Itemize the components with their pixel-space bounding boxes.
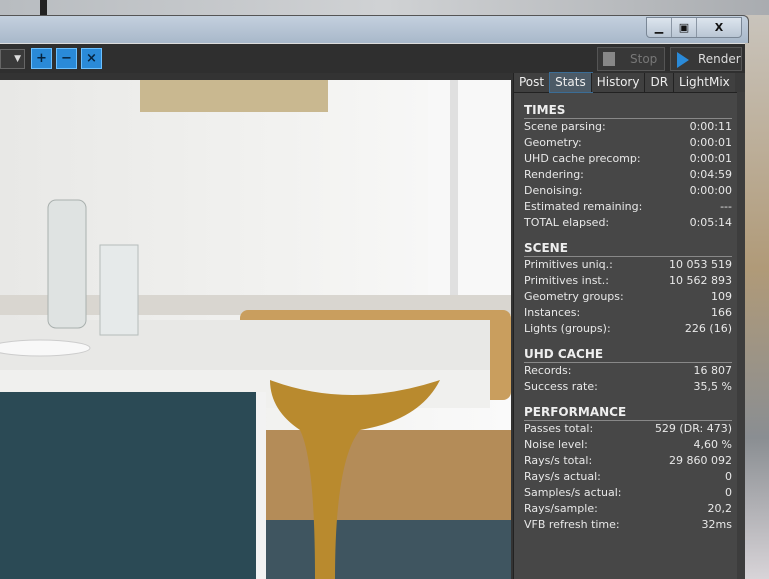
stop-button[interactable]: Stop: [597, 47, 665, 71]
stat-label: Estimated remaining:: [524, 200, 643, 213]
stat-value: 109: [711, 290, 732, 303]
stat-value: 226 (16): [684, 322, 732, 335]
render-button[interactable]: Render: [670, 47, 742, 71]
stat-value: 0:00:00: [689, 184, 732, 197]
stat-row: Instances: 166: [524, 305, 732, 321]
panel-tabs: Post Stats History DR LightMix: [514, 72, 745, 93]
stat-label: Lights (groups):: [524, 322, 611, 335]
stat-row: Rendering: 0:04:59: [524, 167, 732, 183]
stat-label: VFB refresh time:: [524, 518, 620, 531]
stat-label: Scene parsing:: [524, 120, 606, 133]
maximize-button[interactable]: ▣: [672, 18, 697, 37]
stat-label: Success rate:: [524, 380, 598, 393]
stat-value: 0:04:59: [689, 168, 732, 181]
stat-row: Lights (groups): 226 (16): [524, 321, 732, 337]
stat-row: Rays/s actual: 0: [524, 469, 732, 485]
render-viewport[interactable]: [0, 80, 511, 579]
stat-label: Denoising:: [524, 184, 583, 197]
stat-value: 0:05:14: [689, 216, 732, 229]
stat-value: 35,5 %: [693, 380, 732, 393]
section-header: SCENE: [524, 240, 732, 257]
background-object: [40, 0, 47, 15]
stat-row: Geometry groups: 109: [524, 289, 732, 305]
rendered-image: [0, 80, 511, 579]
stat-label: Rays/s actual:: [524, 470, 601, 483]
stat-label: Primitives inst.:: [524, 274, 609, 287]
stat-value: 10 562 893: [669, 274, 732, 287]
stat-row: Passes total: 529 (DR: 473): [524, 421, 732, 437]
stat-value: 529 (DR: 473): [654, 422, 732, 435]
close-button[interactable]: X: [697, 18, 741, 37]
stat-value: 0:00:11: [689, 120, 732, 133]
tab-dr[interactable]: DR: [645, 73, 675, 92]
panel-scrollbar[interactable]: [737, 92, 745, 579]
stat-label: Rays/s total:: [524, 454, 593, 467]
stat-value: 0: [725, 486, 732, 499]
stop-icon: [603, 52, 615, 66]
stat-value: ---: [720, 200, 732, 213]
stat-label: Noise level:: [524, 438, 588, 451]
zoom-reset-icon[interactable]: ×: [81, 48, 102, 69]
stat-row: Estimated remaining: ---: [524, 199, 732, 215]
stats-panel: Post Stats History DR LightMix TIMES Scen…: [513, 72, 745, 579]
section-header: UHD CACHE: [524, 346, 732, 363]
tab-post[interactable]: Post: [514, 73, 551, 92]
stat-label: Instances:: [524, 306, 581, 319]
stat-label: Rays/sample:: [524, 502, 598, 515]
zoom-out-icon[interactable]: −: [56, 48, 77, 69]
desktop-background: [0, 0, 769, 15]
stat-label: Primitives uniq.:: [524, 258, 613, 271]
stat-label: TOTAL elapsed:: [524, 216, 610, 229]
render-label: Render: [698, 52, 741, 66]
background-scene: [745, 15, 769, 579]
stat-row: Rays/s total: 29 860 092: [524, 453, 732, 469]
stat-row: Records: 16 807: [524, 363, 732, 379]
stat-label: Samples/s actual:: [524, 486, 622, 499]
window-titlebar: ▁ ▣ X: [0, 15, 749, 43]
minimize-button[interactable]: ▁: [647, 18, 672, 37]
stat-row: Rays/sample: 20,2: [524, 501, 732, 517]
stop-label: Stop: [630, 52, 658, 66]
stat-row: Denoising: 0:00:00: [524, 183, 732, 199]
stat-value: 0:00:01: [689, 136, 732, 149]
stat-row: Scene parsing: 0:00:11: [524, 119, 732, 135]
tab-history[interactable]: History: [591, 73, 646, 92]
stat-label: Records:: [524, 364, 572, 377]
stat-label: Geometry groups:: [524, 290, 624, 303]
stat-row: Geometry: 0:00:01: [524, 135, 732, 151]
stat-value: 20,2: [707, 502, 733, 515]
stat-row: Noise level: 4,60 %: [524, 437, 732, 453]
vfb-toolbar: ▼ + − × Stop Render: [0, 43, 745, 73]
stat-value: 0: [725, 470, 732, 483]
channel-dropdown[interactable]: ▼: [0, 49, 25, 69]
stat-value: 16 807: [693, 364, 733, 377]
stat-label: Geometry:: [524, 136, 582, 149]
stat-row: VFB refresh time: 32ms: [524, 517, 732, 533]
window-controls: ▁ ▣ X: [646, 17, 742, 38]
stat-row: Samples/s actual: 0: [524, 485, 732, 501]
stat-value: 4,60 %: [693, 438, 732, 451]
section-header: PERFORMANCE: [524, 404, 732, 421]
stat-row: Success rate: 35,5 %: [524, 379, 732, 395]
stat-label: Passes total:: [524, 422, 594, 435]
stat-value: 166: [711, 306, 732, 319]
tab-stats[interactable]: Stats: [549, 72, 593, 93]
stat-label: UHD cache precomp:: [524, 152, 641, 165]
tab-lightmix[interactable]: LightMix: [674, 73, 735, 92]
stat-value: 32ms: [701, 518, 732, 531]
stat-value: 29 860 092: [669, 454, 732, 467]
stat-row: UHD cache precomp: 0:00:01: [524, 151, 732, 167]
section-header: TIMES: [524, 102, 732, 119]
zoom-in-icon[interactable]: +: [31, 48, 52, 69]
stat-row: Primitives uniq.: 10 053 519: [524, 257, 732, 273]
stat-value: 0:00:01: [689, 152, 732, 165]
stats-list: TIMES Scene parsing: 0:00:11 Geometry: 0:00:…: [514, 102, 745, 533]
stat-row: TOTAL elapsed: 0:05:14: [524, 215, 732, 231]
stat-value: 10 053 519: [669, 258, 732, 271]
play-icon: [677, 52, 689, 68]
stat-label: Rendering:: [524, 168, 584, 181]
stat-row: Primitives inst.: 10 562 893: [524, 273, 732, 289]
